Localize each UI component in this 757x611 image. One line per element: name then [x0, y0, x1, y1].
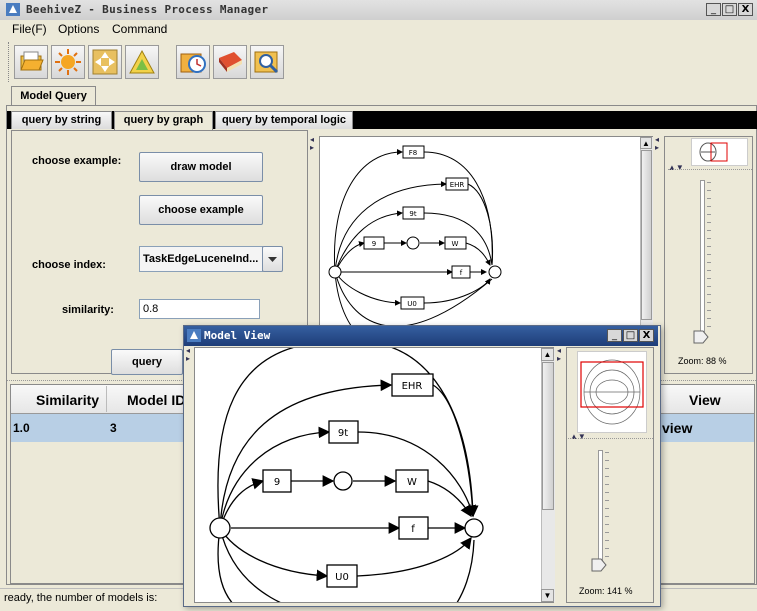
model-view-node-label: 9t [338, 428, 348, 439]
menu-options[interactable]: Options [58, 22, 99, 36]
open-folder-icon [20, 51, 44, 71]
zoom-slider-track[interactable] [700, 180, 705, 332]
cell-view-link[interactable]: view [662, 420, 692, 436]
cell-model-id: 3 [110, 421, 117, 435]
scroll-up-button[interactable]: ▲ [640, 137, 652, 149]
book-button[interactable] [213, 45, 247, 79]
model-view-zoom-divider [568, 438, 653, 442]
choose-index-label: choose index: [32, 259, 106, 271]
model-view-scroll-up-button[interactable]: ▲ [541, 348, 554, 361]
index-dropdown-button[interactable] [262, 246, 283, 272]
open-folder-button[interactable] [14, 45, 48, 79]
splitter-arrows[interactable]: ◂ ▸ [310, 136, 314, 152]
model-view-app-icon [187, 329, 201, 342]
graph-node-label: U0 [407, 300, 417, 308]
index-select[interactable]: TaskEdgeLuceneInd... [139, 246, 263, 272]
menu-file[interactable]: File(F) [12, 22, 47, 36]
maximize-button[interactable]: □ [722, 3, 737, 16]
sun-icon [55, 49, 81, 75]
model-view-splitter-right[interactable]: ◂ ▸ [557, 347, 561, 363]
title-bar: BeehiveZ - Business Process Manager _ □ … [0, 0, 757, 21]
zoom-divider [668, 169, 752, 173]
toolbar-grip [8, 42, 12, 82]
graph-node-label: W [452, 240, 459, 248]
status-text: ready, the number of models is: [4, 592, 158, 604]
column-model-id[interactable]: Model ID [127, 392, 185, 408]
zoom-slider-thumb[interactable] [693, 330, 709, 344]
similarity-label: similarity: [62, 304, 114, 316]
model-view-zoom-track[interactable] [598, 450, 603, 562]
graph-node-label: 9 [372, 240, 376, 248]
book-icon [219, 52, 242, 72]
model-view-overview-thumbnail [580, 359, 644, 425]
choose-example-button[interactable]: choose example [139, 195, 263, 225]
triangle-button[interactable] [125, 45, 159, 79]
model-view-title: Model View [204, 329, 271, 342]
tab-query-by-graph[interactable]: query by graph [114, 111, 213, 130]
zoom-slider-ticks [707, 182, 711, 332]
magnifier-button[interactable] [250, 45, 284, 79]
menu-command[interactable]: Command [112, 22, 167, 36]
cell-similarity: 1.0 [13, 421, 30, 435]
graph-node-label: F8 [409, 149, 417, 157]
graph-node-label: 9t [409, 210, 416, 218]
model-view-node-label: U0 [335, 572, 349, 583]
tab-query-by-temporal-logic[interactable]: query by temporal logic [215, 111, 353, 129]
tab-query-by-string[interactable]: query by string [11, 111, 112, 129]
app-icon [6, 3, 20, 16]
window-title: BeehiveZ - Business Process Manager [26, 3, 269, 16]
minimize-button[interactable]: _ [706, 3, 721, 16]
overview-thumbnail [699, 142, 728, 162]
model-view-zoom-ticks [605, 452, 609, 562]
model-view-scroll-down-button[interactable]: ▼ [541, 589, 554, 602]
close-button[interactable]: X [738, 3, 753, 16]
model-view-node-label: EHR [402, 381, 423, 392]
similarity-field[interactable]: 0.8 [139, 299, 260, 319]
sun-button[interactable] [51, 45, 85, 79]
model-view-minimize-button[interactable]: _ [607, 329, 622, 342]
column-similarity[interactable]: Similarity [36, 392, 99, 408]
clock-icon [180, 53, 206, 73]
move-button[interactable] [88, 45, 122, 79]
model-view-node-label: f [411, 524, 415, 535]
model-view-node-label: W [407, 477, 417, 488]
model-view-overview[interactable] [577, 351, 647, 433]
query-button[interactable]: query [111, 349, 183, 375]
chevron-down-icon [268, 257, 277, 262]
model-view-node-label: 9 [274, 477, 280, 488]
column-view[interactable]: View [689, 392, 721, 408]
move-icon [92, 49, 118, 75]
tab-model-query[interactable]: Model Query [11, 86, 96, 106]
model-view-zoom-thumb[interactable] [591, 558, 607, 572]
graph-overview[interactable] [691, 138, 748, 166]
triangle-icon [129, 49, 155, 74]
clock-button[interactable] [176, 45, 210, 79]
draw-model-button[interactable]: draw model [139, 152, 263, 182]
model-view-close-button[interactable]: X [639, 329, 654, 342]
splitter-arrows-right[interactable]: ◂ ▸ [655, 136, 659, 152]
column-divider [106, 386, 107, 412]
model-view-scroll-thumb[interactable] [542, 362, 554, 510]
choose-example-label: choose example: [32, 155, 122, 167]
model-view-canvas[interactable]: EHR 9t 9 W f U0 [194, 347, 554, 603]
scroll-thumb[interactable] [641, 150, 652, 320]
magnifier-icon [254, 51, 279, 74]
model-view-zoom-label: Zoom: 141 % [579, 586, 633, 596]
model-view-splitter-arrows[interactable]: ◂ ▸ [186, 347, 190, 363]
zoom-label: Zoom: 88 % [678, 356, 727, 366]
model-view-graph: EHR 9t 9 W f U0 [209, 348, 484, 602]
graph-node-label: EHR [450, 181, 465, 189]
model-view-maximize-button[interactable]: □ [623, 329, 638, 342]
